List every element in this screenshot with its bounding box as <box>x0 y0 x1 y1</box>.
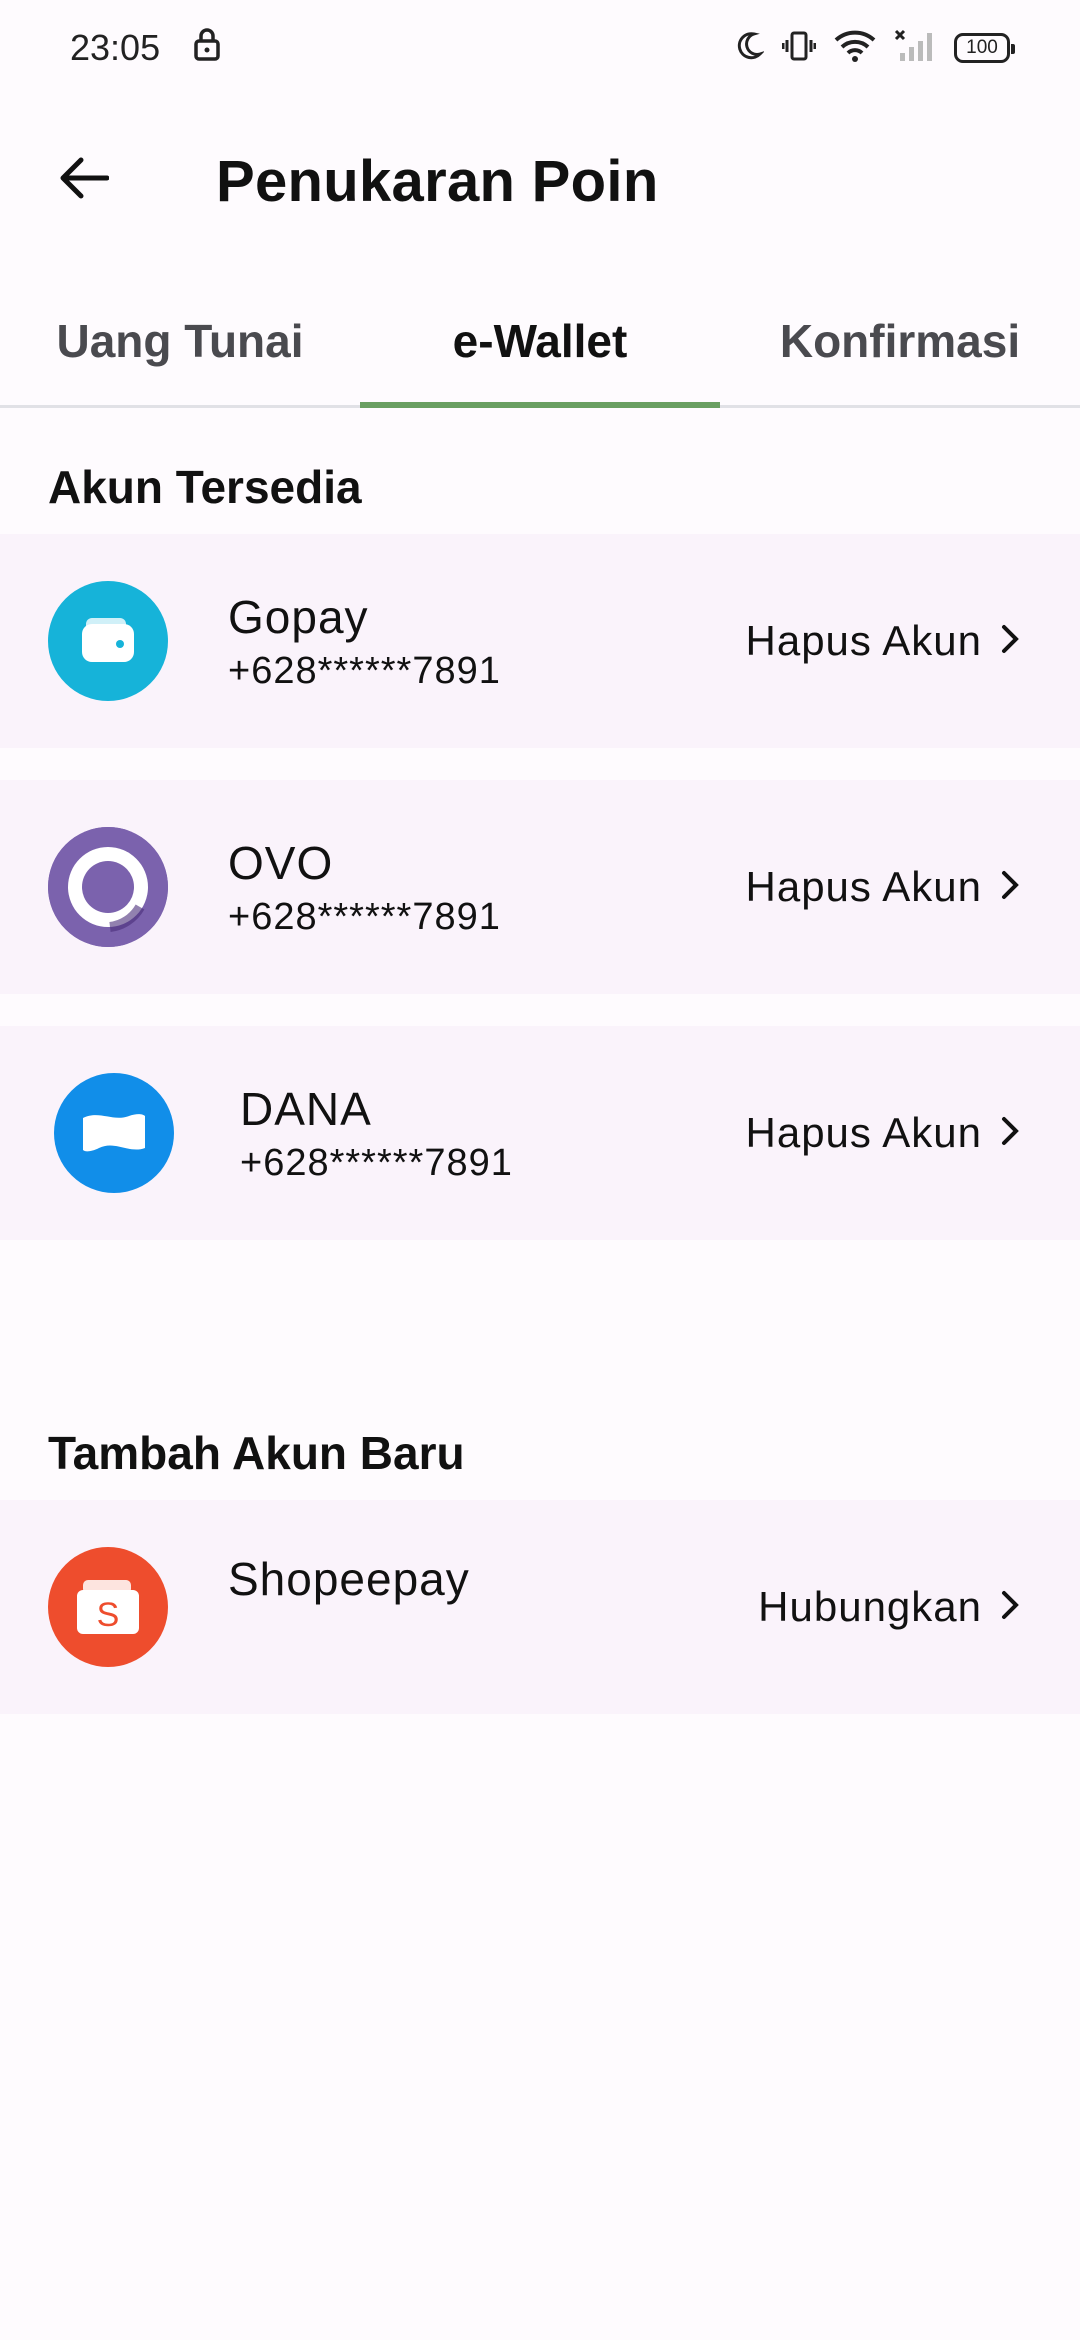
remove-account-button[interactable]: Hapus Akun <box>746 863 1021 911</box>
account-info: DANA +628******7891 <box>240 1082 513 1185</box>
chevron-right-icon <box>1000 863 1020 911</box>
account-name: OVO <box>228 836 334 889</box>
account-name: Shopeepay <box>228 1553 470 1605</box>
section-title-available: Akun Tersedia <box>48 461 362 513</box>
account-info: Shopeepay <box>228 1552 470 1606</box>
status-left: 23:05 <box>70 27 222 70</box>
account-name: DANA <box>240 1082 372 1135</box>
vibrate-icon <box>781 29 817 68</box>
action-label: Hapus Akun <box>745 1109 982 1156</box>
tab-label: e-Wallet <box>452 314 628 367</box>
account-info: Gopay +628******7891 <box>228 590 501 693</box>
account-phone: +628******7891 <box>228 649 501 692</box>
page-title: Penukaran Poin <box>216 149 659 214</box>
tab-label: Uang Tunai <box>56 314 304 367</box>
account-card-dana[interactable]: DANA +628******7891 Hapus Akun <box>0 1026 1080 1240</box>
moon-icon <box>734 30 766 67</box>
remove-account-button[interactable]: Hapus Akun <box>746 617 1021 665</box>
ovo-ring-icon <box>48 827 168 947</box>
dana-wave-icon <box>54 1073 174 1193</box>
action-label: Hubungkan <box>758 1583 982 1630</box>
account-phone: +628******7891 <box>240 1141 513 1184</box>
svg-text:S: S <box>97 1596 120 1634</box>
back-button[interactable] <box>48 150 118 210</box>
account-card-shopeepay[interactable]: S Shopeepay Hubungkan <box>0 1500 1080 1714</box>
status-right: 100 <box>734 29 1015 68</box>
chevron-right-icon <box>1000 1109 1020 1157</box>
gopay-wallet-icon <box>48 581 168 701</box>
account-name: Gopay <box>228 590 369 643</box>
lock-icon <box>192 27 222 70</box>
chevron-right-icon <box>1000 617 1020 665</box>
shopeepay-bag-icon: S <box>48 1547 168 1667</box>
wifi-icon <box>834 30 876 67</box>
section-title-add: Tambah Akun Baru <box>48 1427 465 1479</box>
status-bar: 23:05 100 <box>0 0 1080 96</box>
connect-account-button[interactable]: Hubungkan <box>758 1583 1020 1631</box>
account-card-gopay[interactable]: Gopay +628******7891 Hapus Akun <box>0 534 1080 748</box>
action-label: Hapus Akun <box>745 617 982 664</box>
tab-label: Konfirmasi <box>779 314 1021 367</box>
battery-level: 100 <box>966 37 998 58</box>
chevron-right-icon <box>1000 1583 1020 1631</box>
battery-icon: 100 <box>954 33 1015 63</box>
tab-e-wallet[interactable]: e-Wallet <box>360 276 720 408</box>
tab-uang-tunai[interactable]: Uang Tunai <box>0 276 360 405</box>
account-card-ovo[interactable]: OVO +628******7891 Hapus Akun <box>0 780 1080 994</box>
arrow-left-icon <box>57 156 110 205</box>
status-time: 23:05 <box>70 27 161 68</box>
tab-konfirmasi[interactable]: Konfirmasi <box>720 276 1080 405</box>
action-label: Hapus Akun <box>745 863 982 910</box>
account-phone: +628******7891 <box>228 895 501 938</box>
tab-bar: Uang Tunai e-Wallet Konfirmasi <box>0 276 1080 408</box>
app-bar: Penukaran Poin <box>0 120 1080 240</box>
account-info: OVO +628******7891 <box>228 836 501 939</box>
signal-off-icon <box>894 29 936 68</box>
remove-account-button[interactable]: Hapus Akun <box>746 1109 1021 1157</box>
